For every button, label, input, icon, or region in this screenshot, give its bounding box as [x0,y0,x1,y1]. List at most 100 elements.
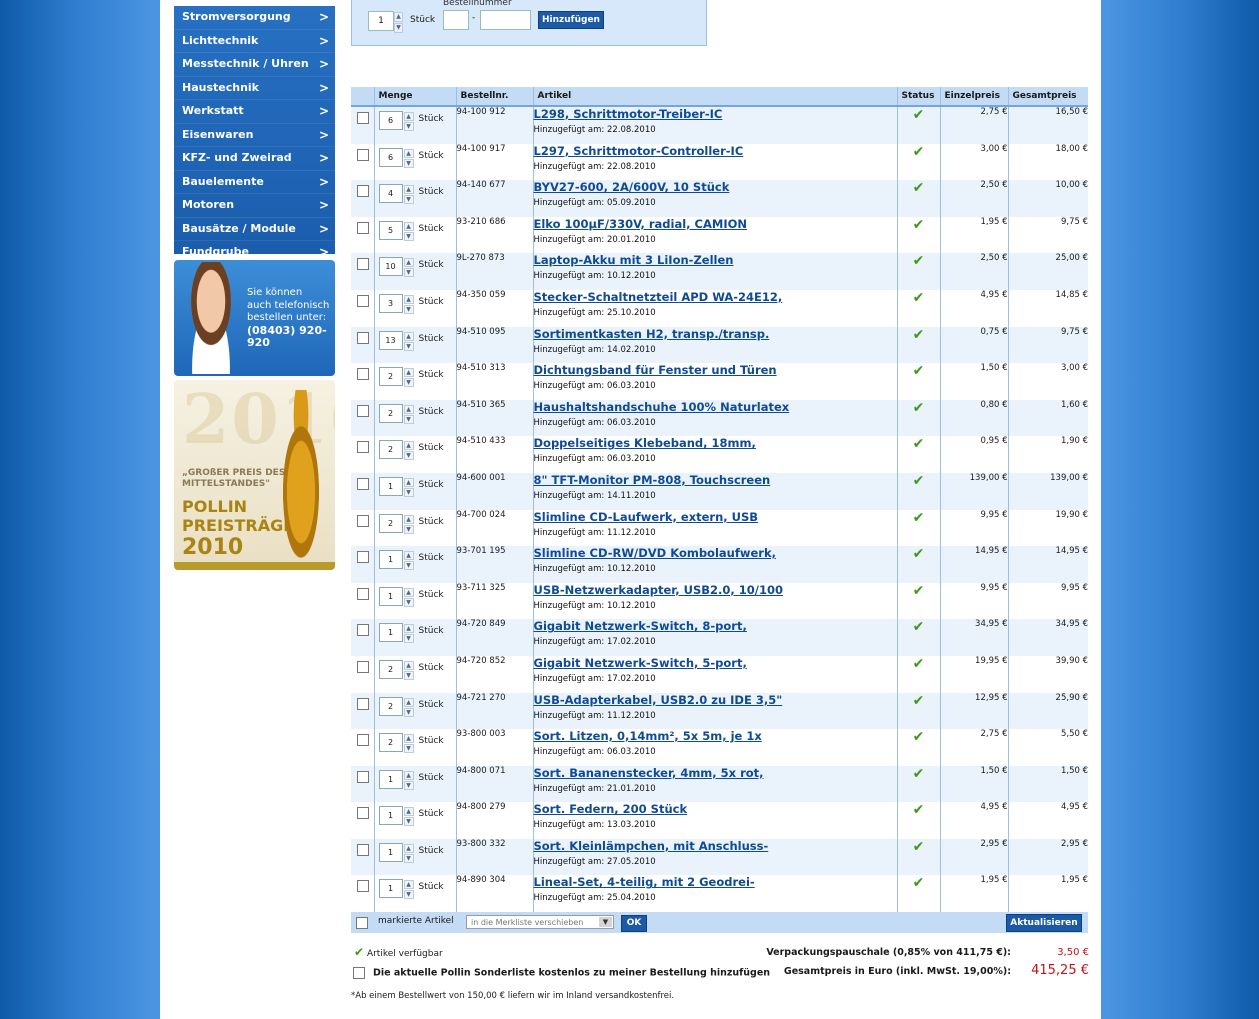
article-link[interactable]: Lineal-Set, 4-teilig, mit 2 Geodrei- [534,875,755,889]
row-checkbox[interactable] [357,807,369,820]
sonderliste-checkbox[interactable] [353,967,365,979]
row-checkbox[interactable] [357,697,369,710]
article-link[interactable]: Sort. Litzen, 0,14mm², 5x 5m, je 1x [534,729,762,743]
qty-stepper[interactable]: ▲ ▼ [403,660,414,681]
nav-item[interactable]: Eisenwaren > [174,124,335,147]
row-checkbox[interactable] [357,734,369,747]
qty-stepper[interactable]: ▲ ▼ [403,734,414,754]
article-link[interactable]: Sortimentkasten H2, transp./transp. [534,327,770,341]
move-to-wishlist-select[interactable]: in die Merkliste verschieben ▼ [466,915,614,929]
quick-qty-input[interactable]: 1 ▲ ▼ [368,11,403,33]
qty-input[interactable]: 2 ▲ ▼ [378,733,414,754]
qty-input[interactable]: 10 ▲ ▼ [378,257,414,278]
qty-input[interactable]: 2 ▲ ▼ [378,440,414,461]
row-checkbox[interactable] [357,551,369,564]
article-link[interactable]: Sort. Bananenstecker, 4mm, 5x rot, [534,766,764,780]
qty-input[interactable]: 3 ▲ ▼ [378,293,414,314]
qty-stepper[interactable]: ▲ ▼ [403,477,414,498]
nav-item[interactable]: KFZ- und Zweirad > [174,147,335,171]
bestellnummer-input[interactable] [480,10,531,30]
qty-stepper[interactable]: ▲ ▼ [403,368,414,388]
qty-input[interactable]: 1 ▲ ▼ [378,842,414,863]
article-link[interactable]: Sort. Kleinlämpchen, mit Anschluss- [534,839,769,853]
row-checkbox[interactable] [357,624,369,637]
row-checkbox[interactable] [357,258,369,271]
row-checkbox[interactable] [357,112,369,124]
nav-item[interactable]: Messtechnik / Uhren > [174,53,335,77]
qty-stepper[interactable]: ▲ ▼ [403,441,414,461]
article-link[interactable]: USB-Adapterkabel, USB2.0 zu IDE 3,5" [534,693,783,707]
qty-input[interactable]: 2 ▲ ▼ [378,367,414,388]
article-link[interactable]: Slimline CD-RW/DVD Kombolaufwerk, [534,546,776,560]
row-checkbox[interactable] [357,587,369,600]
row-checkbox[interactable] [357,404,369,417]
article-link[interactable]: 8" TFT-Monitor PM-808, Touchscreen [534,473,771,487]
ok-button[interactable]: OK [621,915,647,932]
article-link[interactable]: Dichtungsband für Fenster und Türen [534,363,777,377]
qty-stepper[interactable]: ▲ ▼ [403,148,414,169]
qty-stepper[interactable]: ▲ ▼ [403,112,414,132]
article-link[interactable]: L298, Schrittmotor-Treiber-IC [534,107,723,121]
qty-input[interactable]: 1 ▲ ▼ [378,550,414,571]
nav-item[interactable]: Motoren > [174,194,335,218]
article-link[interactable]: BYV27-600, 2A/600V, 10 Stück [534,180,730,194]
row-checkbox[interactable] [357,148,369,161]
row-checkbox[interactable] [357,331,369,344]
qty-stepper[interactable]: ▲ ▼ [403,551,414,571]
qty-input[interactable]: 2 ▲ ▼ [378,696,414,717]
row-checkbox[interactable] [357,441,369,454]
row-checkbox[interactable] [357,477,369,490]
select-all-checkbox[interactable] [356,917,368,929]
qty-input[interactable]: 1 ▲ ▼ [378,879,414,900]
article-link[interactable]: Elko 100µF/330V, radial, CAMION [534,217,748,231]
nav-item[interactable]: Werkstatt > [174,100,335,124]
qty-input[interactable]: 4 ▲ ▼ [378,184,414,205]
nav-item[interactable]: Stromversorgung > [174,6,335,30]
qty-input[interactable]: 2 ▲ ▼ [378,659,414,680]
qty-stepper[interactable]: ▲ ▼ [403,770,414,791]
qty-stepper[interactable]: ▲ ▼ [403,843,414,864]
qty-stepper[interactable]: ▲ ▼ [403,185,414,205]
chevron-down-icon[interactable]: ▼ [599,917,612,927]
qty-stepper[interactable]: ▲ ▼ [403,514,414,535]
qty-stepper[interactable]: ▲ ▼ [403,587,414,608]
phone-order-banner[interactable]: Sie können auch telefonisch bestellen un… [174,260,335,376]
qty-input[interactable]: 2 ▲ ▼ [378,403,414,424]
quick-qty-stepper[interactable]: ▲ ▼ [394,12,403,33]
row-checkbox[interactable] [357,843,369,856]
qty-stepper[interactable]: ▲ ▼ [403,624,414,644]
bestellnummer-prefix-input[interactable] [443,10,469,30]
nav-item[interactable]: Lichttechnik > [174,30,335,53]
qty-input[interactable]: 1 ▲ ▼ [378,623,414,644]
article-link[interactable]: Sort. Federn, 200 Stück [534,802,688,816]
qty-stepper[interactable]: ▲ ▼ [403,880,414,900]
qty-input[interactable]: 1 ▲ ▼ [378,806,414,827]
article-link[interactable]: Gigabit Netzwerk-Switch, 5-port, [534,656,747,670]
article-link[interactable]: USB-Netzwerkadapter, USB2.0, 10/100 [534,583,784,597]
qty-stepper[interactable]: ▲ ▼ [403,221,414,242]
row-checkbox[interactable] [357,368,369,381]
qty-input[interactable]: 1 ▲ ▼ [378,476,414,497]
sonderliste-option[interactable]: Die aktuelle Pollin Sonderliste kostenlo… [353,967,770,979]
article-link[interactable]: Haushaltshandschuhe 100% Naturlatex [534,400,790,414]
qty-input[interactable]: 6 ▲ ▼ [378,147,414,168]
add-button[interactable]: Hinzufügen [538,11,604,29]
qty-stepper[interactable]: ▲ ▼ [403,404,414,425]
row-checkbox[interactable] [357,880,369,893]
qty-stepper[interactable]: ▲ ▼ [403,697,414,718]
qty-input[interactable]: 6 ▲ ▼ [378,111,414,131]
row-checkbox[interactable] [357,294,369,307]
row-checkbox[interactable] [357,770,369,783]
qty-input[interactable]: 1 ▲ ▼ [378,586,414,607]
qty-stepper[interactable]: ▲ ▼ [403,258,414,278]
nav-item[interactable]: Haustechnik > [174,77,335,100]
row-checkbox[interactable] [357,660,369,673]
qty-input[interactable]: 2 ▲ ▼ [378,513,414,534]
article-link[interactable]: Doppelseitiges Klebeband, 18mm, [534,436,756,450]
award-banner[interactable]: 2010 „GROßER PREIS DES MITTELSTANDES" PO… [174,380,335,570]
article-link[interactable]: Gigabit Netzwerk-Switch, 8-port, [534,619,747,633]
article-link[interactable]: L297, Schrittmotor-Controller-IC [534,144,744,158]
nav-item[interactable]: Bausätze / Module > [174,218,335,241]
qty-stepper[interactable]: ▲ ▼ [403,331,414,352]
article-link[interactable]: Stecker-Schaltnetzteil APD WA-24E12, [534,290,783,304]
